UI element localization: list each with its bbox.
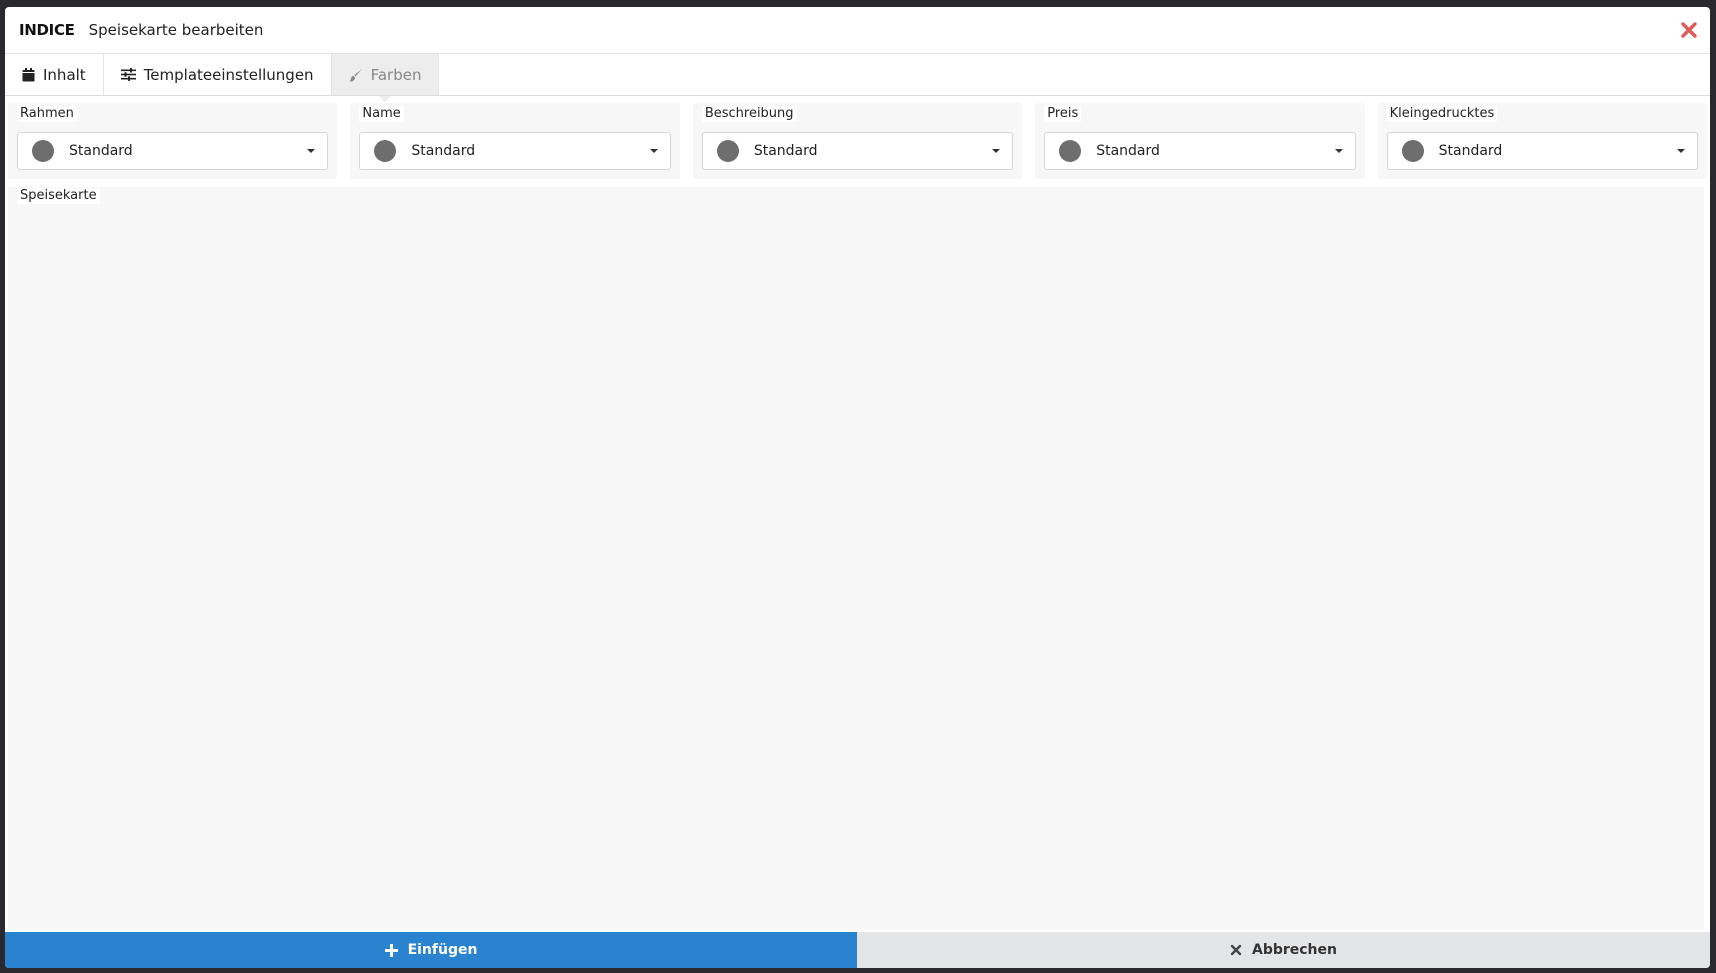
color-group-rahmen: Rahmen Standard (8, 103, 338, 179)
group-label: Rahmen (17, 106, 77, 122)
color-settings-row: Rahmen Standard Name Standard Beschreibu… (5, 103, 1710, 179)
caret-down-icon (307, 149, 316, 153)
dialog-footer: Einfügen Abbrechen (5, 932, 1710, 968)
insert-label: Einfügen (407, 942, 478, 958)
plus-icon (384, 943, 398, 957)
edit-menu-dialog: INDICE Speisekarte bearbeiten Inhalt Tem… (5, 7, 1710, 968)
section-label: Speisekarte (17, 188, 100, 204)
calendar-icon (22, 67, 35, 82)
tab-label: Templateeinstellungen (143, 65, 314, 84)
brush-icon (349, 68, 363, 82)
tab-bar: Inhalt Templateeinstellungen Farben (5, 54, 1710, 96)
color-select[interactable]: Standard (1386, 132, 1699, 170)
color-swatch (1401, 140, 1424, 162)
group-label: Preis (1044, 106, 1082, 122)
caret-down-icon (992, 149, 1001, 153)
color-swatch (716, 140, 739, 162)
color-select[interactable]: Standard (1044, 132, 1356, 170)
group-label: Kleingedrucktes (1386, 106, 1498, 122)
color-select[interactable]: Standard (17, 132, 329, 170)
color-select[interactable]: Standard (359, 132, 671, 170)
tab-farben[interactable]: Farben (331, 54, 440, 95)
tab-label: Inhalt (43, 65, 86, 84)
dialog-title: Speisekarte bearbeiten (88, 21, 264, 39)
tab-content: Rahmen Standard Name Standard Beschreibu… (5, 103, 1710, 930)
select-value: Standard (411, 143, 476, 159)
caret-down-icon (1677, 149, 1686, 153)
caret-down-icon (649, 149, 658, 153)
select-value: Standard (1438, 143, 1503, 159)
close-icon[interactable] (1678, 19, 1700, 41)
insert-button[interactable]: Einfügen (5, 932, 857, 968)
select-value: Standard (69, 143, 133, 159)
group-label: Name (359, 106, 404, 122)
cancel-button[interactable]: Abbrechen (857, 932, 1710, 968)
menu-preview-section: Speisekarte (8, 187, 1704, 930)
cancel-label: Abbrechen (1251, 942, 1337, 958)
color-group-beschreibung: Beschreibung Standard (692, 103, 1023, 179)
x-icon (1230, 944, 1242, 956)
sliders-icon (120, 68, 136, 81)
group-label: Beschreibung (701, 106, 797, 122)
select-value: Standard (753, 143, 818, 159)
color-group-kleingedrucktes: Kleingedrucktes Standard (1377, 103, 1708, 179)
tab-label: Farben (370, 65, 422, 84)
color-swatch (374, 140, 397, 162)
tab-inhalt[interactable]: Inhalt (5, 54, 104, 95)
select-value: Standard (1096, 143, 1160, 159)
color-select[interactable]: Standard (701, 132, 1014, 170)
color-swatch (32, 140, 54, 162)
caret-down-icon (1334, 149, 1343, 153)
color-group-name: Name Standard (350, 103, 680, 179)
tab-templateeinstellungen[interactable]: Templateeinstellungen (104, 54, 332, 95)
color-swatch (1059, 140, 1082, 162)
dialog-header: INDICE Speisekarte bearbeiten (5, 7, 1710, 54)
brand-logo: INDICE (19, 21, 75, 39)
color-group-preis: Preis Standard (1035, 103, 1365, 179)
